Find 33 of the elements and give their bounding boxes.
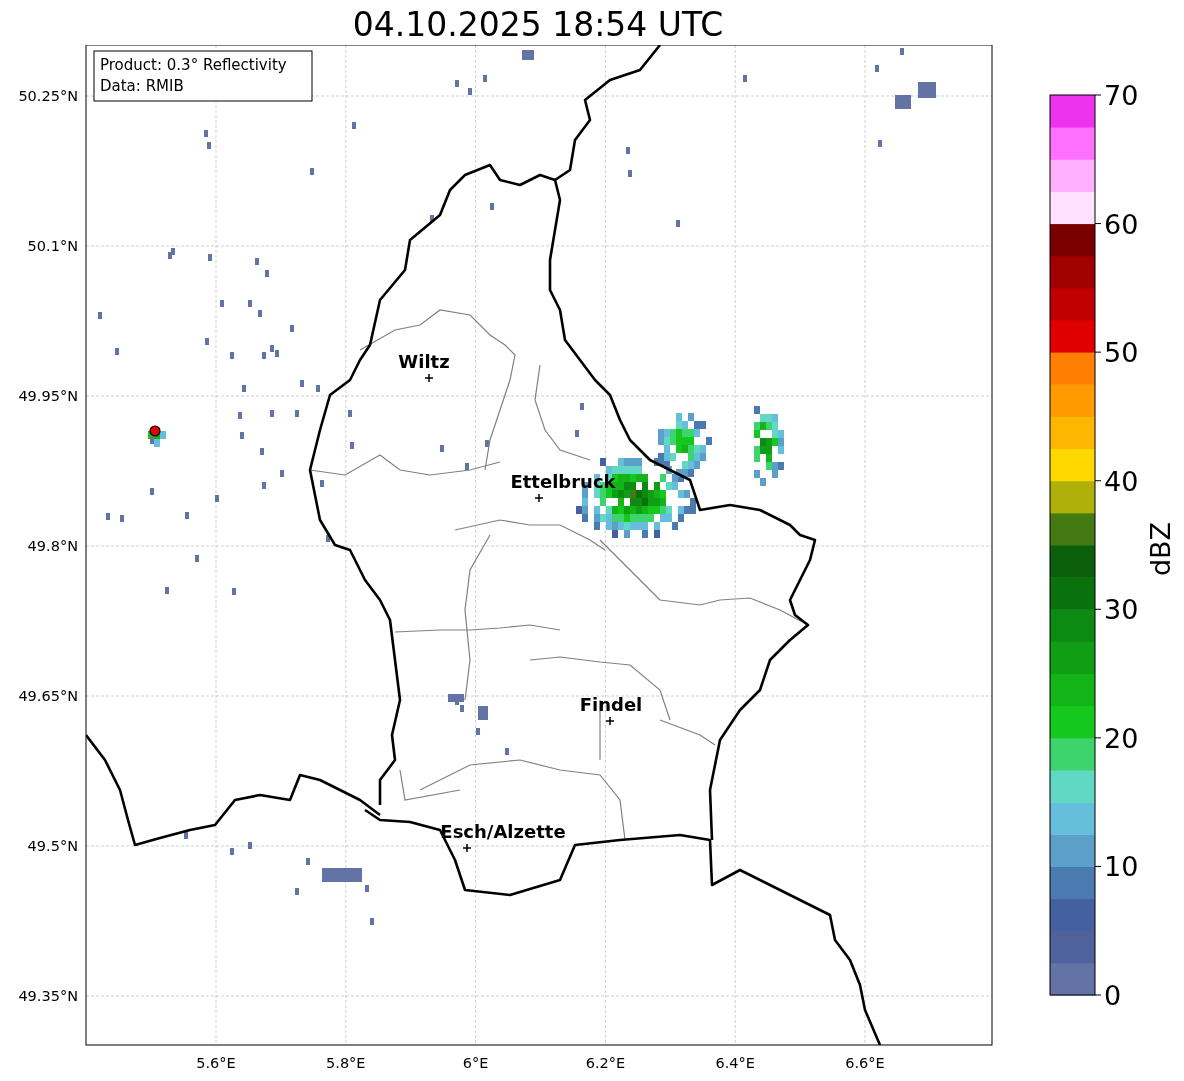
axis-tick-label: 6.6°E bbox=[845, 1055, 885, 1071]
axis-tick-label: 49.95°N bbox=[18, 388, 78, 404]
colorbar-tick-label: 20 bbox=[1104, 722, 1139, 754]
axis-tick-label: 49.5°N bbox=[27, 838, 78, 854]
city-marker-icon bbox=[605, 716, 615, 726]
colorbar-tick-label: 70 bbox=[1104, 80, 1139, 111]
axis-tick-label: 50.1°N bbox=[27, 238, 78, 254]
city-label: Wiltz bbox=[398, 351, 450, 372]
city-marker-icon bbox=[462, 843, 472, 853]
city-label: Esch/Alzette bbox=[440, 821, 566, 842]
city-marker-icon bbox=[424, 373, 434, 383]
info-text: Data: RMIB bbox=[100, 77, 184, 95]
axis-tick-label: 5.6°E bbox=[196, 1055, 236, 1071]
axis-tick-label: 49.65°N bbox=[18, 688, 78, 704]
colorbar-tick-label: 10 bbox=[1104, 851, 1139, 883]
city-marker-icon bbox=[534, 493, 544, 503]
colorbar-tick-label: 30 bbox=[1104, 594, 1139, 626]
colorbar-tick-label: 60 bbox=[1104, 208, 1139, 240]
info-text: Product: 0.3° Reflectivity bbox=[100, 56, 287, 74]
colorbar-tick-label: 50 bbox=[1104, 337, 1139, 369]
colorbar-tick-label: 0 bbox=[1104, 980, 1122, 1011]
radar-site-icon bbox=[149, 425, 161, 437]
axis-tick-label: 5.8°E bbox=[326, 1055, 366, 1071]
axis-tick-label: 49.8°N bbox=[27, 538, 78, 554]
axis-tick-label: 6.4°E bbox=[715, 1055, 755, 1071]
axis-tick-label: 49.35°N bbox=[18, 988, 78, 1004]
colorbar-tick-label: 40 bbox=[1104, 465, 1139, 497]
city-label: Findel bbox=[579, 694, 643, 715]
axis-tick-label: 50.25°N bbox=[18, 88, 78, 104]
axis-tick-label: 6°E bbox=[462, 1055, 489, 1071]
axis-tick-label: 6.2°E bbox=[585, 1055, 626, 1071]
colorbar-label: dBZ bbox=[1145, 521, 1176, 577]
chart-title: 04.10.2025 18:54 UTC bbox=[351, 4, 725, 45]
